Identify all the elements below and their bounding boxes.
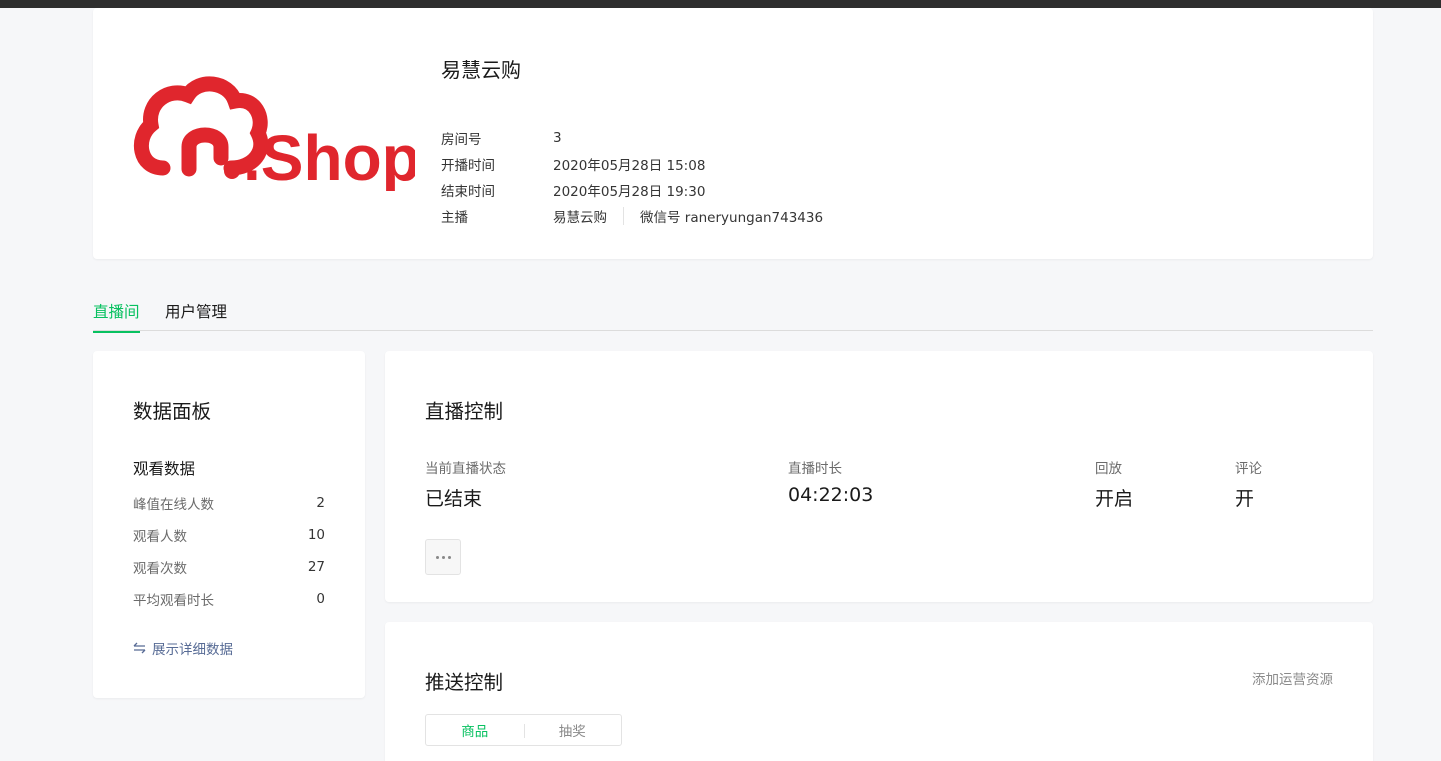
live-status: 当前直播状态 已结束 — [425, 457, 506, 511]
live-duration-label: 直播时长 — [788, 461, 842, 477]
push-segment-control: 商品 抽奖 — [425, 714, 622, 746]
segment-products[interactable]: 商品 — [426, 715, 524, 745]
stat-row-views: 观看次数 27 — [133, 551, 325, 583]
more-icon — [441, 555, 445, 559]
show-detail-data-link[interactable]: 展示详细数据 — [133, 638, 233, 658]
replay-setting: 回放 开启 — [1095, 457, 1133, 511]
more-icon — [435, 555, 439, 559]
stat-value: 27 — [307, 559, 325, 575]
anchor-name: 易慧云购 — [553, 210, 607, 226]
room-info-list: 房间号 3 开播时间 2020年05月28日 15:08 结束时间 2020年0… — [441, 125, 823, 229]
comment-setting: 评论 开 — [1235, 457, 1262, 511]
live-duration: 直播时长 04:22:03 — [788, 457, 873, 506]
replay-value: 开启 — [1095, 488, 1134, 510]
replay-label: 回放 — [1095, 461, 1122, 477]
shop-logo: .Shop — [134, 76, 415, 191]
push-control-card: 推送控制 添加运营资源 商品 抽奖 — [385, 622, 1373, 761]
live-status-value: 已结束 — [425, 488, 483, 510]
stat-row-peak-online: 峰值在线人数 2 — [133, 487, 325, 519]
live-duration-value: 04:22:03 — [788, 484, 874, 506]
info-label: 房间号 — [441, 132, 482, 148]
info-value: 3 — [553, 130, 562, 146]
segment-lottery[interactable]: 抽奖 — [523, 715, 622, 745]
stat-value: 0 — [316, 591, 325, 607]
stat-label: 平均观看时长 — [133, 593, 214, 609]
add-resource-link[interactable]: 添加运营资源 — [1252, 668, 1333, 688]
tab-bar: 直播间 用户管理 — [93, 290, 1373, 333]
tab-live-room[interactable]: 直播间 — [93, 300, 140, 333]
more-button[interactable] — [425, 539, 461, 575]
data-panel-title: 数据面板 — [133, 400, 212, 423]
more-icon — [447, 555, 451, 559]
stat-row-viewers: 观看人数 10 — [133, 519, 325, 551]
push-control-title: 推送控制 — [425, 671, 504, 694]
live-status-label: 当前直播状态 — [425, 461, 506, 477]
stats-list: 峰值在线人数 2 观看人数 10 观看次数 27 平均观看时长 0 — [133, 487, 325, 615]
info-label: 结束时间 — [441, 184, 495, 200]
swap-icon — [133, 642, 146, 654]
watch-data-heading: 观看数据 — [133, 460, 196, 478]
live-control-card: 直播控制 当前直播状态 已结束 直播时长 04:22:03 回放 开启 评论 开 — [385, 351, 1373, 602]
tab-user-management[interactable]: 用户管理 — [165, 300, 227, 331]
anchor-wechat: 微信号 raneryungan743436 — [640, 210, 824, 226]
stat-label: 峰值在线人数 — [133, 497, 214, 513]
info-value: 2020年05月28日 19:30 — [553, 184, 706, 200]
divider — [623, 207, 624, 225]
stat-label: 观看人数 — [133, 529, 187, 545]
stat-value: 2 — [316, 495, 325, 511]
detail-link-label: 展示详细数据 — [152, 642, 233, 658]
stat-row-avg-duration: 平均观看时长 0 — [133, 583, 325, 615]
stat-label: 观看次数 — [133, 561, 187, 577]
info-row-start-time: 开播时间 2020年05月28日 15:08 — [441, 151, 823, 177]
info-label: 主播 — [441, 210, 468, 226]
info-row-anchor: 主播 易慧云购 微信号 raneryungan743436 — [441, 203, 823, 229]
room-title: 易慧云购 — [441, 58, 521, 82]
comment-label: 评论 — [1235, 461, 1262, 477]
top-bar — [0, 0, 1441, 8]
room-info-card: .Shop 易慧云购 房间号 3 开播时间 2020年05月28日 15:08 … — [93, 8, 1373, 259]
info-value: 2020年05月28日 15:08 — [553, 158, 706, 174]
stat-value: 10 — [307, 527, 325, 543]
info-label: 开播时间 — [441, 158, 495, 174]
comment-value: 开 — [1235, 488, 1255, 510]
info-row-room-number: 房间号 3 — [441, 125, 823, 151]
logo-text: .Shop — [243, 122, 415, 191]
data-panel-card: 数据面板 观看数据 峰值在线人数 2 观看人数 10 观看次数 27 平均观看时… — [93, 351, 365, 698]
live-control-title: 直播控制 — [425, 400, 504, 423]
info-row-end-time: 结束时间 2020年05月28日 19:30 — [441, 177, 823, 203]
